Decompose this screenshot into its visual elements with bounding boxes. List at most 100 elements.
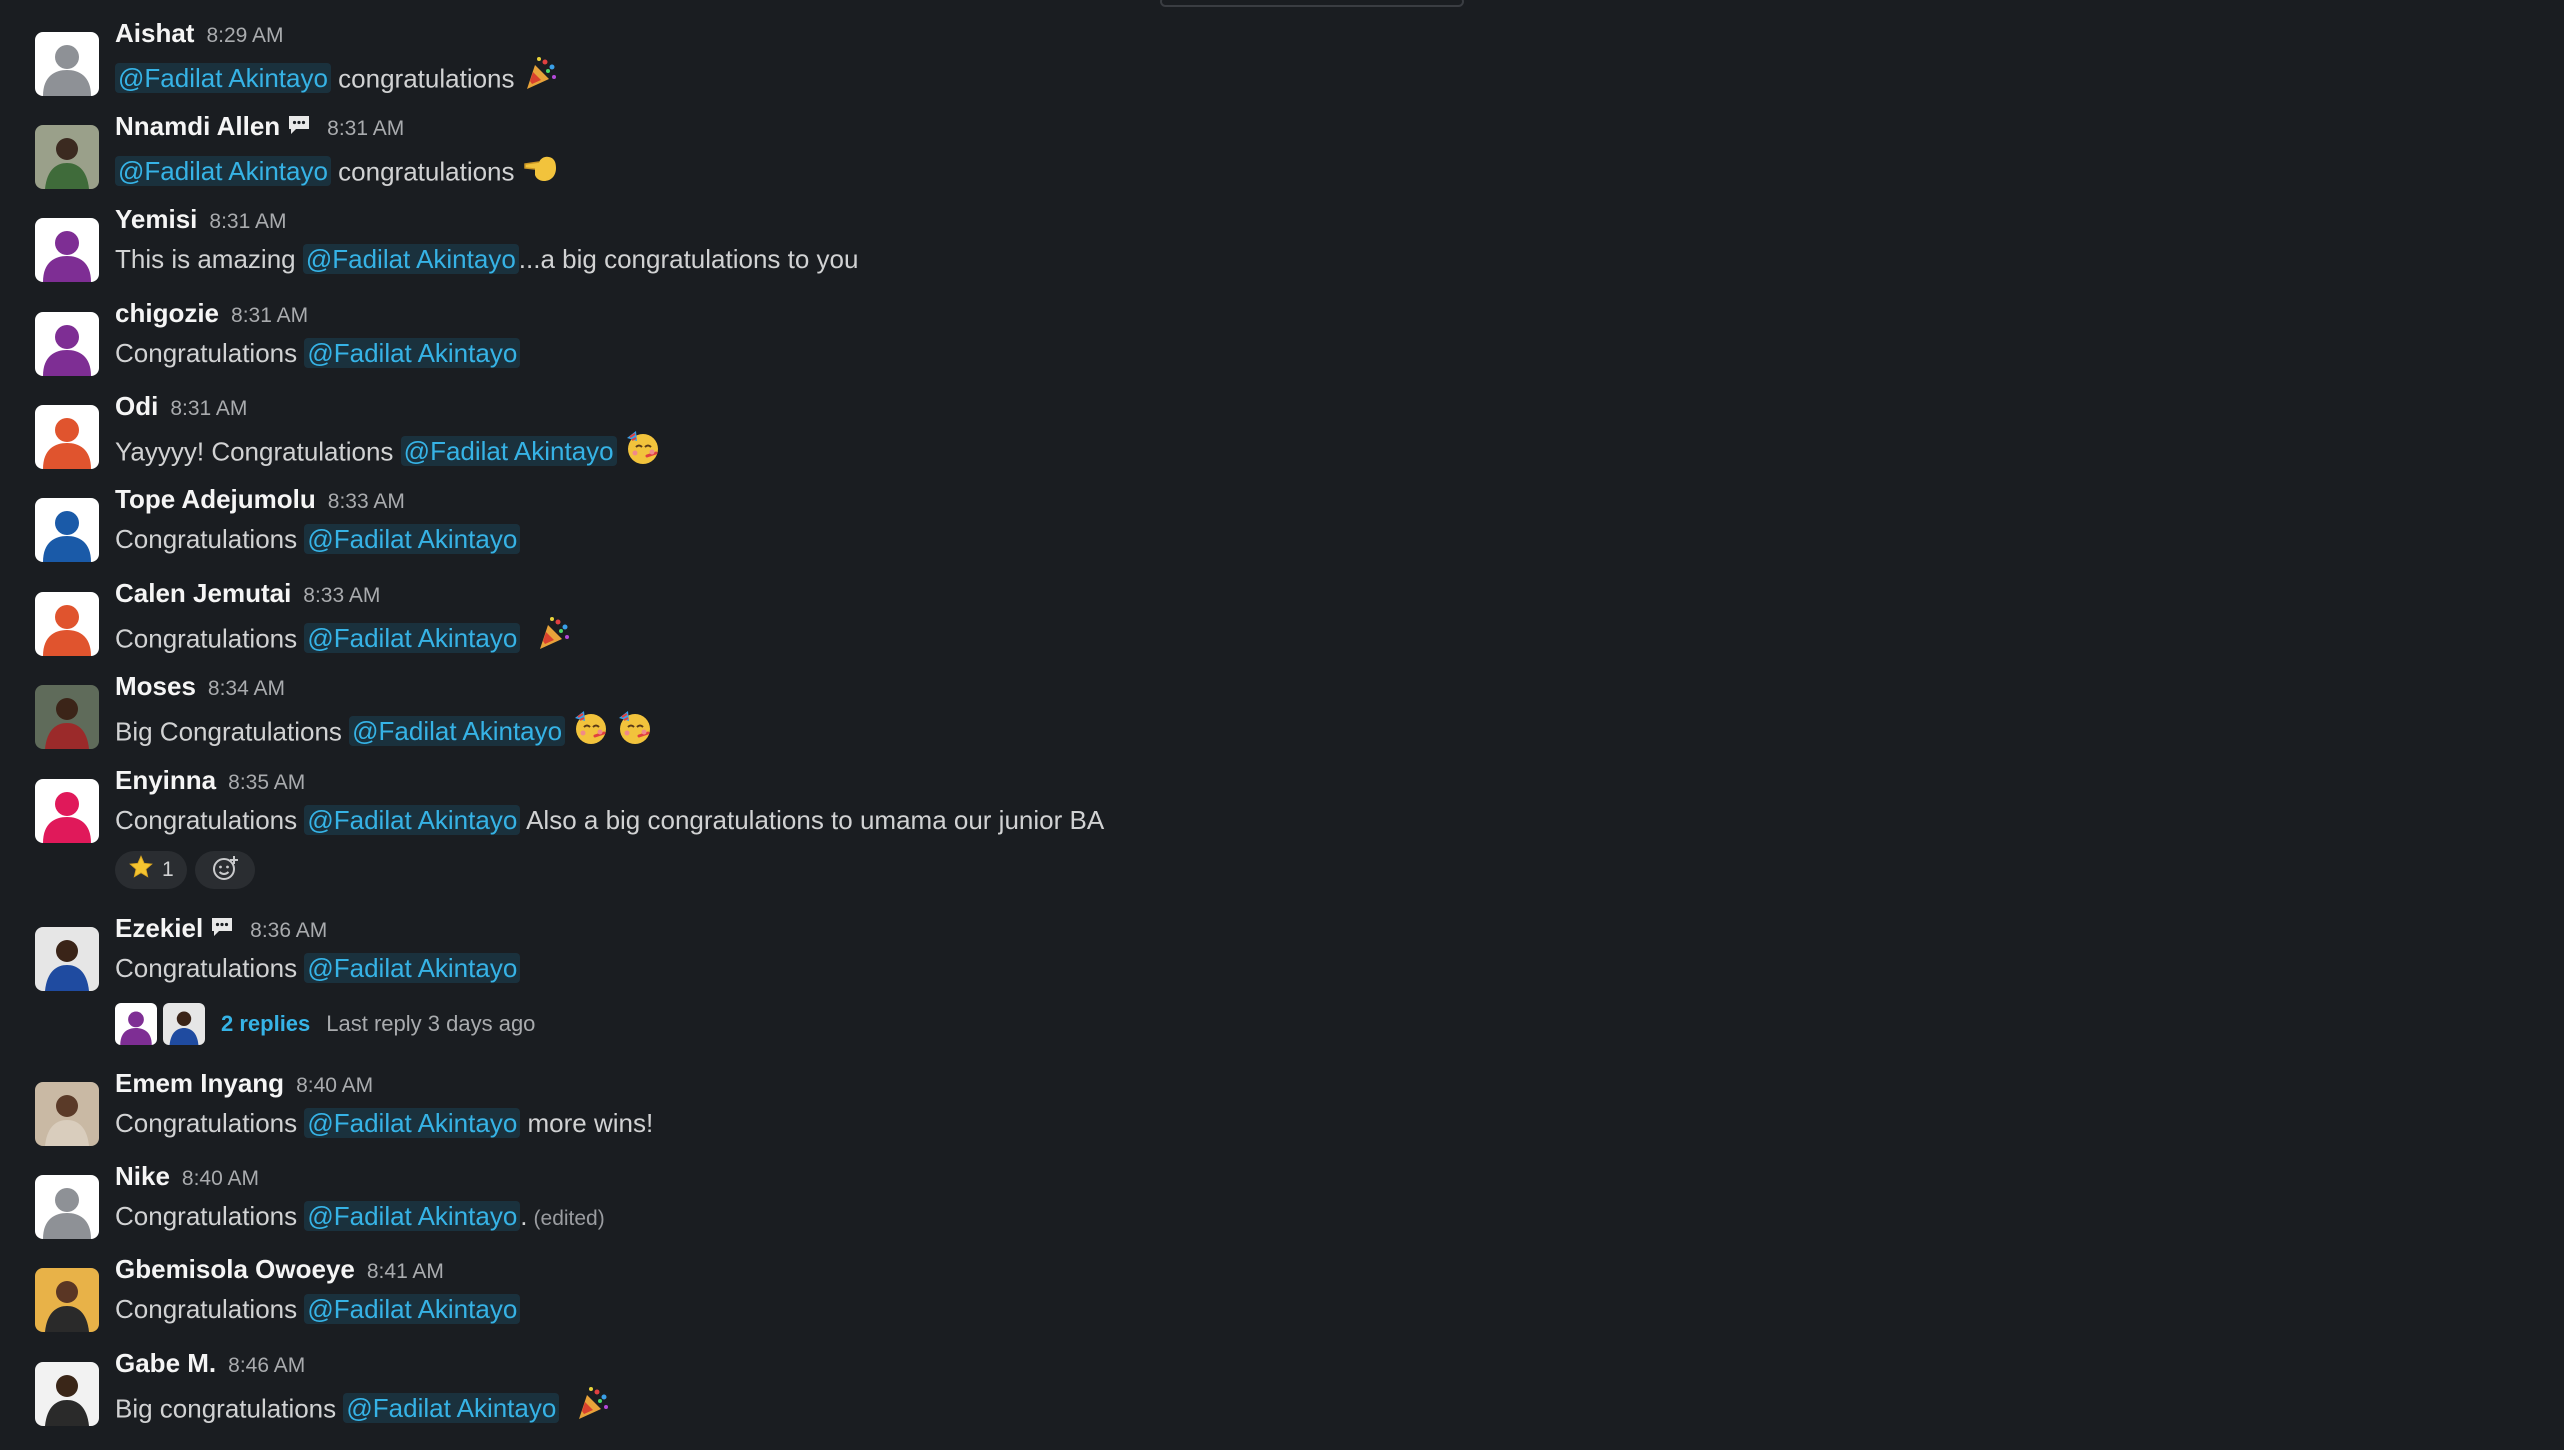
- message-text: Congratulations @Fadilat Akintayo Also a…: [115, 805, 1104, 836]
- thread-participant-avatar: [163, 1003, 205, 1045]
- user-mention[interactable]: @Fadilat Akintayo: [304, 805, 521, 835]
- user-mention[interactable]: @Fadilat Akintayo: [400, 436, 617, 467]
- message-text-post: congratulations: [330, 63, 515, 94]
- timestamp[interactable]: 8:31 AM: [209, 210, 286, 233]
- message-header: Odi 8:31 AM: [115, 393, 247, 419]
- message-text-pre: Yayyyy! Congratulations: [115, 436, 401, 467]
- message-text: Big Congratulations @Fadilat Akintayo: [115, 711, 653, 756]
- sender-name[interactable]: Gbemisola Owoeye: [115, 1254, 355, 1284]
- avatar[interactable]: [35, 125, 99, 189]
- partying-face-emoji-icon: [615, 708, 653, 753]
- sender-name[interactable]: Tope Adejumolu: [115, 484, 316, 514]
- user-mention[interactable]: @Fadilat Akintayo: [304, 1294, 521, 1324]
- timestamp[interactable]: 8:40 AM: [182, 1167, 259, 1190]
- add-reaction-button[interactable]: [194, 851, 255, 889]
- party-popper-emoji-icon: [573, 1385, 611, 1430]
- sender-name[interactable]: Calen Jemutai: [115, 578, 291, 608]
- new-messages-pill[interactable]: [1160, 0, 1464, 7]
- message-text-post: ...a big congratulations to you: [518, 244, 859, 274]
- message-text-post: [520, 623, 527, 653]
- message-text-post: [559, 1393, 566, 1423]
- timestamp[interactable]: 8:41 AM: [367, 1260, 444, 1283]
- sender-name[interactable]: Enyinna: [115, 765, 216, 795]
- sender-name[interactable]: Emem Inyang: [115, 1068, 284, 1098]
- avatar[interactable]: [35, 685, 99, 749]
- message-header: Aishat 8:29 AM: [115, 20, 284, 46]
- avatar[interactable]: [35, 592, 99, 656]
- timestamp[interactable]: 8:34 AM: [208, 677, 285, 700]
- avatar[interactable]: [35, 1175, 99, 1239]
- sender-name[interactable]: Ezekiel: [115, 913, 203, 943]
- timestamp[interactable]: 8:40 AM: [296, 1074, 373, 1097]
- thread-last-reply: Last reply 3 days ago: [326, 1011, 536, 1036]
- message-header: Gbemisola Owoeye 8:41 AM: [115, 1256, 444, 1282]
- thread-summary[interactable]: 2 replies Last reply 3 days ago: [115, 1003, 535, 1045]
- timestamp[interactable]: 8:33 AM: [328, 490, 405, 513]
- avatar[interactable]: [35, 1362, 99, 1426]
- message-header: Nike 8:40 AM: [115, 1163, 259, 1189]
- message-text: Congratulations @Fadilat Akintayo: [115, 615, 572, 663]
- thread-replies-link[interactable]: 2 replies: [221, 1011, 310, 1037]
- edited-label: (edited): [533, 1207, 605, 1230]
- user-mention[interactable]: @Fadilat Akintayo: [304, 1108, 521, 1138]
- message-text-post: congratulations: [330, 156, 515, 187]
- sender-name[interactable]: Odi: [115, 391, 158, 421]
- avatar[interactable]: [35, 1082, 99, 1146]
- party-popper-emoji-icon: [521, 55, 559, 100]
- user-mention[interactable]: @Fadilat Akintayo: [115, 156, 331, 187]
- sender-name[interactable]: Nnamdi Allen: [115, 111, 280, 141]
- reaction-pill[interactable]: 1: [115, 851, 187, 889]
- sender-name[interactable]: Nike: [115, 1161, 170, 1191]
- user-mention[interactable]: @Fadilat Akintayo: [304, 338, 521, 368]
- speech-bubble-icon: [210, 916, 234, 942]
- message-text: Congratulations @Fadilat Akintayo: [115, 1294, 521, 1325]
- timestamp[interactable]: 8:31 AM: [170, 397, 247, 420]
- party-popper-emoji-icon: [534, 615, 572, 660]
- avatar[interactable]: [35, 312, 99, 376]
- timestamp[interactable]: 8:46 AM: [228, 1354, 305, 1377]
- sender-name[interactable]: chigozie: [115, 298, 219, 328]
- timestamp[interactable]: 8:29 AM: [206, 24, 283, 47]
- avatar[interactable]: [35, 1268, 99, 1332]
- message-header: Calen Jemutai 8:33 AM: [115, 580, 380, 606]
- message-text-pre: Congratulations: [115, 805, 305, 835]
- message-text: Congratulations @Fadilat Akintayo: [115, 338, 521, 369]
- message-header: Enyinna 8:35 AM: [115, 767, 305, 793]
- timestamp[interactable]: 8:31 AM: [231, 304, 308, 327]
- sender-name[interactable]: Aishat: [115, 18, 194, 48]
- user-mention[interactable]: @Fadilat Akintayo: [304, 524, 521, 554]
- user-mention[interactable]: @Fadilat Akintayo: [343, 1393, 560, 1424]
- avatar[interactable]: [35, 218, 99, 282]
- user-mention[interactable]: @Fadilat Akintayo: [304, 623, 521, 654]
- user-mention[interactable]: @Fadilat Akintayo: [349, 716, 566, 747]
- user-mention[interactable]: @Fadilat Akintayo: [304, 953, 521, 983]
- message-text-post: .: [520, 1201, 528, 1231]
- message-header: Yemisi 8:31 AM: [115, 206, 286, 232]
- speech-bubble-icon: [287, 114, 311, 140]
- avatar[interactable]: [35, 498, 99, 562]
- message-text-pre: This is amazing: [115, 244, 303, 274]
- message-text-pre: Big congratulations: [115, 1393, 344, 1424]
- timestamp[interactable]: 8:31 AM: [327, 117, 404, 140]
- message-text-post: more wins!: [520, 1108, 654, 1138]
- timestamp[interactable]: 8:36 AM: [250, 919, 327, 942]
- timestamp[interactable]: 8:35 AM: [228, 771, 305, 794]
- avatar[interactable]: [35, 32, 99, 96]
- sender-name[interactable]: Gabe M.: [115, 1348, 216, 1378]
- timestamp[interactable]: 8:33 AM: [303, 584, 380, 607]
- user-mention[interactable]: @Fadilat Akintayo: [115, 63, 331, 94]
- sender-name[interactable]: Moses: [115, 671, 196, 701]
- message-text-pre: Congratulations: [115, 524, 305, 554]
- message-header: Emem Inyang 8:40 AM: [115, 1070, 373, 1096]
- sender-name[interactable]: Yemisi: [115, 204, 197, 234]
- message-header: Ezekiel 8:36 AM: [115, 915, 327, 946]
- message-text: Congratulations @Fadilat Akintayo: [115, 524, 521, 555]
- user-mention[interactable]: @Fadilat Akintayo: [304, 1201, 521, 1231]
- avatar[interactable]: [35, 405, 99, 469]
- message-text: @Fadilat Akintayo congratulations: [115, 55, 559, 103]
- avatar[interactable]: [35, 779, 99, 843]
- message-text: Congratulations @Fadilat Akintayo. (edite…: [115, 1201, 605, 1232]
- avatar[interactable]: [35, 927, 99, 991]
- message-header: chigozie 8:31 AM: [115, 300, 308, 326]
- user-mention[interactable]: @Fadilat Akintayo: [302, 244, 519, 274]
